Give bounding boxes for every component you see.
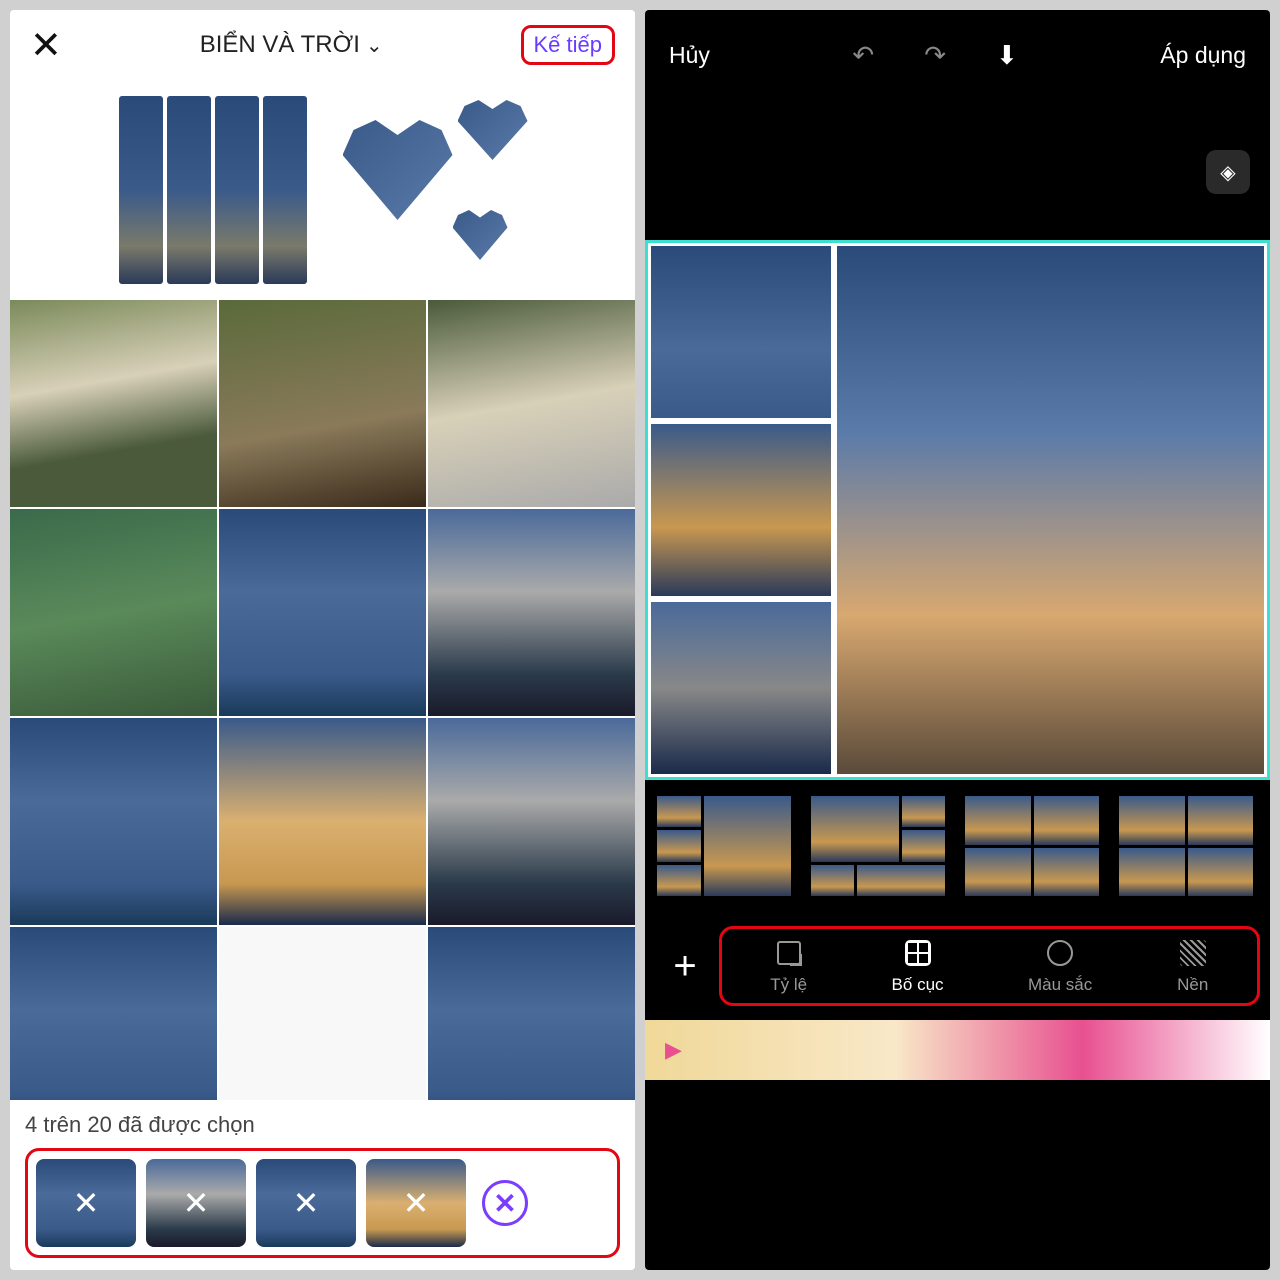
photo-grid: [10, 300, 635, 1134]
layout-preset[interactable]: [811, 796, 945, 896]
photo-thumbnail[interactable]: [428, 509, 635, 716]
nav-item-ratio[interactable]: Tỷ lệ: [770, 937, 807, 995]
photo-picker-screen: ✕ BIỂN VÀ TRỜI ⌄ Kế tiếp: [10, 10, 635, 1270]
layout-preset[interactable]: [965, 796, 1099, 896]
template-strips[interactable]: [113, 90, 313, 290]
undo-icon[interactable]: ↶: [852, 40, 874, 71]
picker-header: ✕ BIỂN VÀ TRỜI ⌄ Kế tiếp: [10, 10, 635, 80]
collage-editor-screen: Hủy ↶ ↷ ⬇ Áp dụng ◈: [645, 10, 1270, 1270]
editor-bottom-nav: + Tỷ lệ Bố cục Màu sắc Nền: [645, 912, 1270, 1020]
nav-items-highlighted: Tỷ lệ Bố cục Màu sắc Nền: [719, 926, 1260, 1006]
photo-thumbnail[interactable]: [10, 718, 217, 925]
editor-header: Hủy ↶ ↷ ⬇ Áp dụng: [645, 10, 1270, 100]
photo-thumbnail[interactable]: [10, 300, 217, 507]
layout-presets-strip[interactable]: [645, 780, 1270, 912]
cancel-button[interactable]: Hủy: [669, 42, 710, 69]
photo-thumbnail[interactable]: [428, 718, 635, 925]
nav-item-color[interactable]: Màu sắc: [1028, 937, 1092, 995]
collage-cell[interactable]: [651, 246, 831, 418]
nav-label: Nền: [1177, 975, 1208, 995]
album-title-label: BIỂN VÀ TRỜI: [200, 31, 360, 59]
selected-thumbnail[interactable]: ✕: [36, 1159, 136, 1247]
nav-item-layout[interactable]: Bố cục: [892, 937, 944, 995]
color-icon: [1047, 940, 1073, 966]
collage-templates-row: [10, 80, 635, 300]
photo-thumbnail[interactable]: [219, 509, 426, 716]
collage-cell[interactable]: [651, 602, 831, 774]
download-icon[interactable]: ⬇: [996, 40, 1018, 71]
layers-button[interactable]: ◈: [1206, 150, 1250, 194]
template-hearts[interactable]: [333, 90, 533, 290]
photo-thumbnail[interactable]: [10, 509, 217, 716]
layout-preset[interactable]: [1119, 796, 1253, 896]
album-selector[interactable]: BIỂN VÀ TRỜI ⌄: [200, 31, 383, 59]
clear-selection-button[interactable]: ✕: [482, 1180, 528, 1226]
remove-icon[interactable]: ✕: [366, 1159, 466, 1247]
selection-status: 4 trên 20 đã được chọn: [25, 1112, 620, 1138]
selected-thumbnails-row: ✕ ✕ ✕ ✕ ✕: [25, 1148, 620, 1258]
nav-label: Màu sắc: [1028, 975, 1092, 995]
selected-thumbnail[interactable]: ✕: [146, 1159, 246, 1247]
collage-canvas[interactable]: [645, 240, 1270, 780]
apply-button[interactable]: Áp dụng: [1160, 42, 1246, 69]
chevron-down-icon: ⌄: [366, 33, 383, 58]
layers-icon: ◈: [1220, 160, 1235, 185]
add-button[interactable]: +: [655, 936, 715, 996]
layout-icon: [905, 940, 931, 966]
remove-icon[interactable]: ✕: [36, 1159, 136, 1247]
layout-preset[interactable]: [657, 796, 791, 896]
remove-icon[interactable]: ✕: [256, 1159, 356, 1247]
collage-cell[interactable]: [837, 246, 1264, 774]
background-icon: [1180, 940, 1206, 966]
selected-thumbnail[interactable]: ✕: [256, 1159, 356, 1247]
ratio-icon: [777, 941, 801, 965]
redo-icon[interactable]: ↷: [924, 40, 946, 71]
photo-thumbnail[interactable]: [219, 300, 426, 507]
photo-thumbnail[interactable]: [428, 300, 635, 507]
collage-cell[interactable]: [651, 424, 831, 596]
nav-label: Bố cục: [892, 975, 944, 995]
selected-thumbnail[interactable]: ✕: [366, 1159, 466, 1247]
next-button[interactable]: Kế tiếp: [521, 25, 616, 65]
nav-item-background[interactable]: Nền: [1177, 937, 1209, 995]
photo-thumbnail[interactable]: [219, 718, 426, 925]
selection-bar: 4 trên 20 đã được chọn ✕ ✕ ✕ ✕ ✕: [10, 1100, 635, 1270]
nav-label: Tỷ lệ: [770, 975, 807, 995]
ad-banner[interactable]: [645, 1020, 1270, 1080]
remove-icon[interactable]: ✕: [146, 1159, 246, 1247]
close-button[interactable]: ✕: [30, 23, 62, 68]
